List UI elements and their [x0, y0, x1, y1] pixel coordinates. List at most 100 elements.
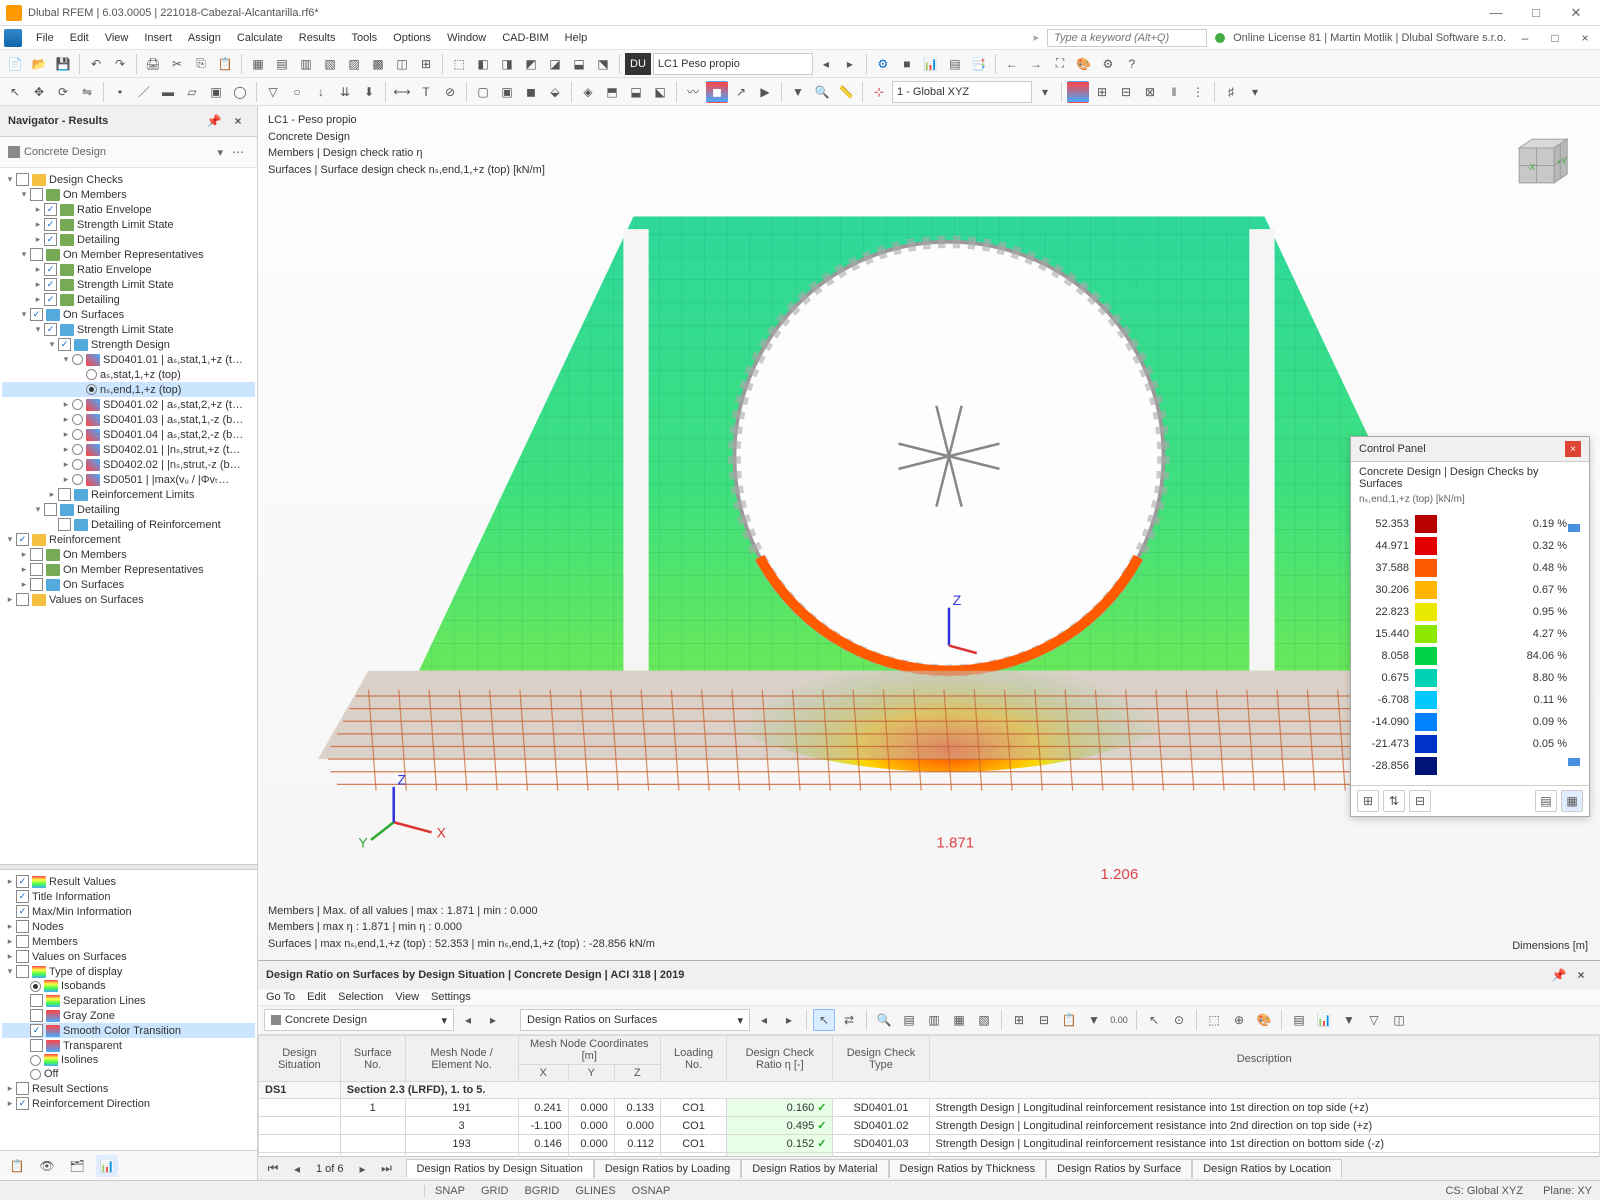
load-icon[interactable]: ↓: [310, 81, 332, 103]
table-icon[interactable]: ▤: [944, 53, 966, 75]
grid7-icon[interactable]: ◫: [391, 53, 413, 75]
opening-icon[interactable]: ◯: [229, 81, 251, 103]
load2-icon[interactable]: ⇊: [334, 81, 356, 103]
col-coords[interactable]: Mesh Node Coordinates [m]: [518, 1036, 660, 1065]
solid-icon[interactable]: ▣: [205, 81, 227, 103]
tree-item[interactable]: ▸✓Detailing: [2, 292, 255, 307]
cp-f2-icon[interactable]: ⇅: [1383, 790, 1405, 812]
tree-item[interactable]: ▸✓Ratio Envelope: [2, 262, 255, 277]
tree-item[interactable]: ▸SD0401.02 | aₛ,stat,2,+z (t…: [2, 397, 255, 412]
rp-t10-icon[interactable]: 0.00: [1108, 1009, 1130, 1031]
line-icon[interactable]: ／: [133, 81, 155, 103]
rp-last-icon[interactable]: ⏭: [376, 1158, 398, 1180]
persp-icon[interactable]: ⬙: [544, 81, 566, 103]
tree-item[interactable]: ▸✓Result Values: [2, 874, 255, 889]
find-icon[interactable]: 🔍: [811, 81, 833, 103]
tree-item[interactable]: Detailing of Reinforcement: [2, 517, 255, 532]
navigator-tree[interactable]: ▾Design Checks▾On Members▸✓Ratio Envelop…: [0, 168, 257, 864]
settings-icon[interactable]: ⚙: [1097, 53, 1119, 75]
tree-item[interactable]: nₛ,end,1,+z (top): [2, 382, 255, 397]
paste-icon[interactable]: 📋: [214, 53, 236, 75]
section-icon[interactable]: ⊘: [439, 81, 461, 103]
view6-icon[interactable]: ⬓: [568, 53, 590, 75]
move-icon[interactable]: ✥: [28, 81, 50, 103]
tree-item[interactable]: ▸SD0501 | |max(vᵤ / |Φvₜ…: [2, 472, 255, 487]
tree-item[interactable]: ▸✓Strength Limit State: [2, 277, 255, 292]
stop-icon[interactable]: ■: [896, 53, 918, 75]
top-icon[interactable]: ⬒: [601, 81, 623, 103]
rp-t6-icon[interactable]: ⊞: [1008, 1009, 1030, 1031]
menu-assign[interactable]: Assign: [180, 29, 229, 47]
view7-icon[interactable]: ⬔: [592, 53, 614, 75]
tree-item[interactable]: ▾Type of display: [2, 964, 255, 979]
results-table[interactable]: Design Situation Surface No. Mesh Node /…: [258, 1035, 1600, 1156]
cp5-icon[interactable]: ‖: [1163, 81, 1185, 103]
rp-menu-view[interactable]: View: [395, 991, 419, 1003]
view2-icon[interactable]: ◧: [472, 53, 494, 75]
menu-edit[interactable]: Edit: [62, 29, 97, 47]
axis-icon[interactable]: ⊹: [868, 81, 890, 103]
cut-icon[interactable]: ✂: [166, 53, 188, 75]
help-icon[interactable]: ?: [1121, 53, 1143, 75]
shade-icon[interactable]: ▣: [496, 81, 518, 103]
cp-f4-icon[interactable]: ▤: [1535, 790, 1557, 812]
rp-t9-icon[interactable]: ▼: [1083, 1009, 1105, 1031]
nav-tab-views-icon[interactable]: 🗂: [66, 1155, 88, 1177]
report-icon[interactable]: 📑: [968, 53, 990, 75]
tree-item[interactable]: Separation Lines: [2, 993, 255, 1008]
maximize-button[interactable]: □: [1518, 2, 1554, 24]
table-row[interactable]: 11910.2410.0000.133CO10.160 ✓SD0401.01St…: [259, 1099, 1600, 1117]
menu-cad-bim[interactable]: CAD-BIM: [494, 29, 556, 47]
tree-item[interactable]: Isolines: [2, 1053, 255, 1067]
redo-icon[interactable]: ↷: [109, 53, 131, 75]
tree-item[interactable]: ▸Reinforcement Limits: [2, 487, 255, 502]
extra-icon[interactable]: ▾: [1244, 81, 1266, 103]
side-icon[interactable]: ⬕: [649, 81, 671, 103]
rp-tab[interactable]: Design Ratios by Thickness: [889, 1159, 1047, 1178]
col-type[interactable]: Design Check Type: [833, 1036, 929, 1082]
rp-tab[interactable]: Design Ratios by Design Situation: [406, 1159, 594, 1178]
tree-item[interactable]: ✓Smooth Color Transition: [2, 1023, 255, 1038]
keyword-search[interactable]: [1047, 29, 1207, 47]
node-icon[interactable]: •: [109, 81, 131, 103]
cp1-icon[interactable]: [1067, 81, 1089, 103]
nav-prev-icon[interactable]: ←: [1001, 53, 1023, 75]
tree-item[interactable]: Gray Zone: [2, 1008, 255, 1023]
new-icon[interactable]: 📄: [4, 53, 26, 75]
status-glines[interactable]: GLINES: [575, 1185, 615, 1197]
tree-item[interactable]: ▾SD0401.01 | aₛ,stat,1,+z (t…: [2, 352, 255, 367]
tree-item[interactable]: Transparent: [2, 1038, 255, 1053]
tree-item[interactable]: Isobands: [2, 979, 255, 993]
member-icon[interactable]: ▬: [157, 81, 179, 103]
menu-help[interactable]: Help: [557, 29, 596, 47]
tree-item[interactable]: ▸SD0402.01 | |nₛ,strut,+z (t…: [2, 442, 255, 457]
menu-results[interactable]: Results: [291, 29, 344, 47]
rp-combo-module[interactable]: Concrete Design▾: [264, 1009, 454, 1031]
tree-item[interactable]: ▸SD0401.04 | aₛ,stat,2,-z (b…: [2, 427, 255, 442]
nav-next-icon[interactable]: →: [1025, 53, 1047, 75]
filter-icon[interactable]: ▼: [787, 81, 809, 103]
col-desc[interactable]: Description: [929, 1036, 1600, 1082]
mirror-icon[interactable]: ⇋: [76, 81, 98, 103]
rp-t2-icon[interactable]: ▤: [898, 1009, 920, 1031]
view-cube[interactable]: -X +Y: [1506, 126, 1576, 196]
rp-t11-icon[interactable]: ↖: [1143, 1009, 1165, 1031]
cp-f3-icon[interactable]: ⊟: [1409, 790, 1431, 812]
view4-icon[interactable]: ◩: [520, 53, 542, 75]
rp-menu-edit[interactable]: Edit: [307, 991, 326, 1003]
grid2-icon[interactable]: ▤: [271, 53, 293, 75]
rp-select-icon[interactable]: ↖: [813, 1009, 835, 1031]
rp-t1-icon[interactable]: 🔍: [873, 1009, 895, 1031]
anim-icon[interactable]: ▶: [754, 81, 776, 103]
grid8-icon[interactable]: ⊞: [415, 53, 437, 75]
view3-icon[interactable]: ◨: [496, 53, 518, 75]
lc-next-icon[interactable]: ▸: [839, 53, 861, 75]
rp-tab[interactable]: Design Ratios by Surface: [1046, 1159, 1192, 1178]
rp-first-icon[interactable]: ⏮: [262, 1158, 284, 1180]
rp-t17-icon[interactable]: 📊: [1313, 1009, 1335, 1031]
menu-tools[interactable]: Tools: [343, 29, 385, 47]
col-load[interactable]: Loading No.: [660, 1036, 726, 1082]
iso-icon[interactable]: ◈: [577, 81, 599, 103]
tree-item[interactable]: Off: [2, 1067, 255, 1081]
wire-icon[interactable]: ▢: [472, 81, 494, 103]
